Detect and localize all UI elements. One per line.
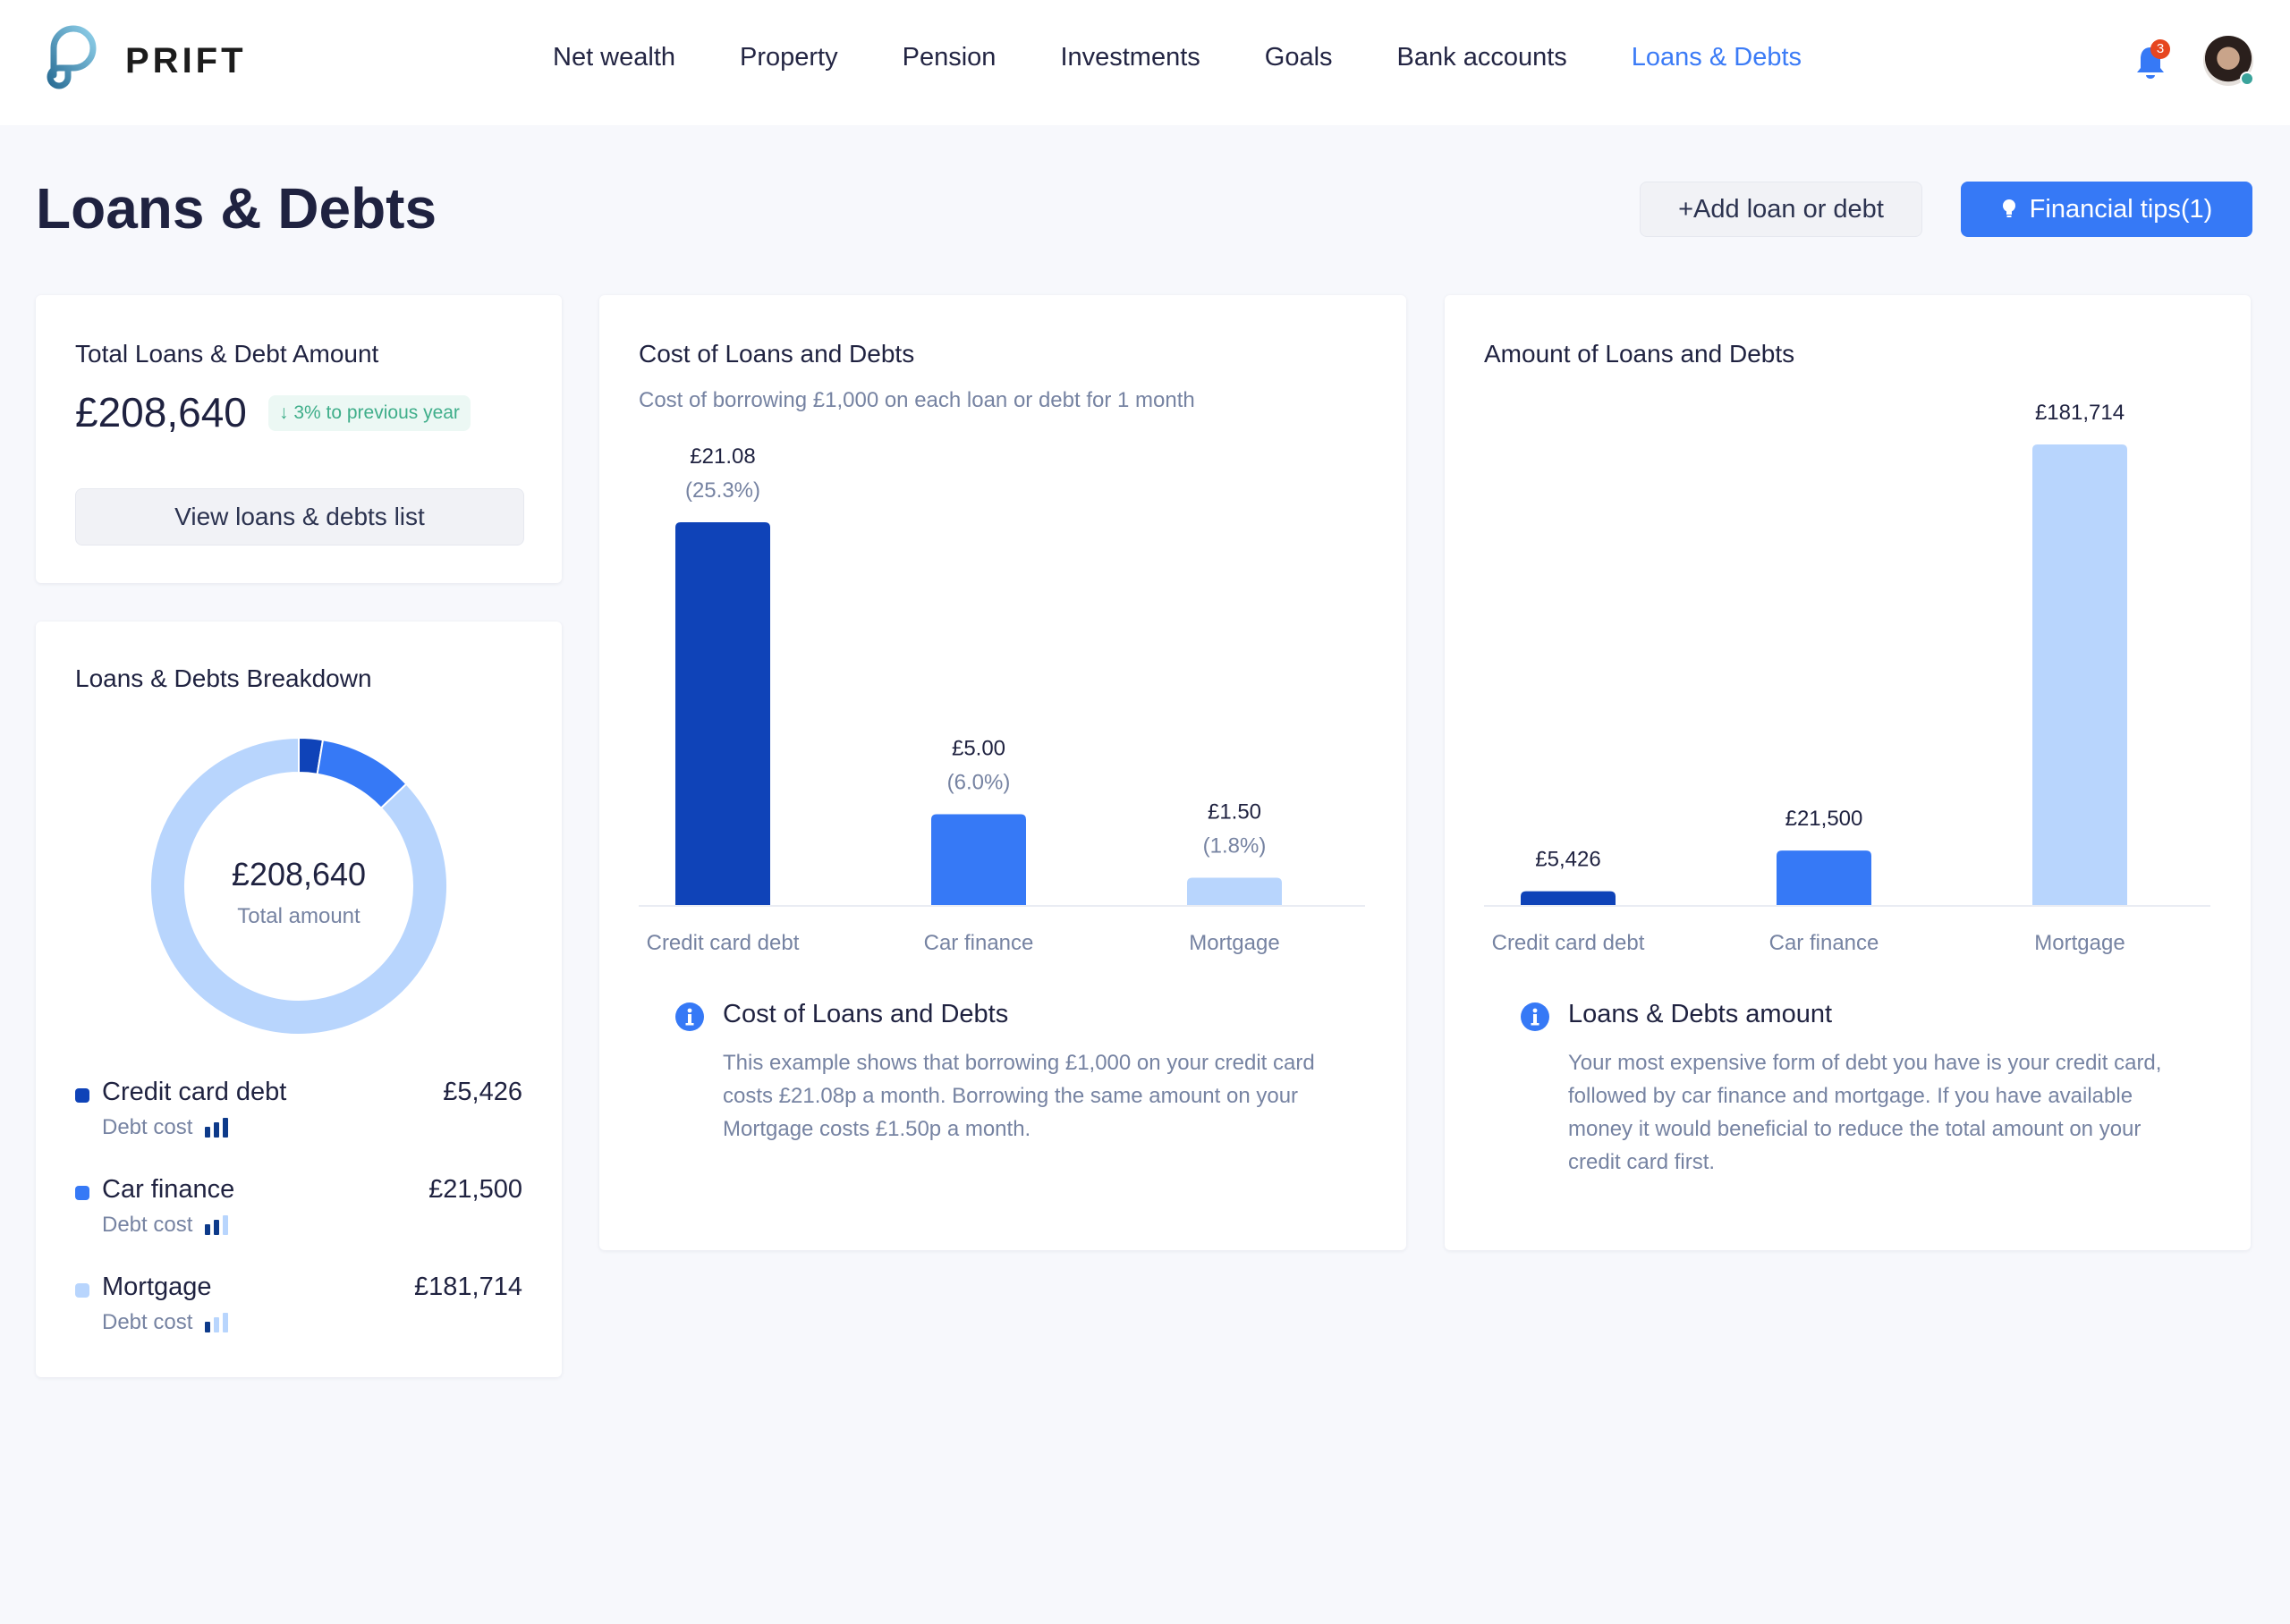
bar-value-label: £21.08 (690, 444, 755, 469)
amount-info-text: Your most expensive form of debt you hav… (1568, 1051, 2162, 1174)
total-card-title: Total Loans & Debt Amount (75, 340, 379, 368)
cost-level-bar (214, 1220, 220, 1235)
nav-bank-accounts[interactable]: Bank accounts (1397, 43, 1567, 72)
nav-investments[interactable]: Investments (1060, 43, 1200, 72)
donut-center: £208,640 Total amount (148, 856, 449, 929)
financial-tips-button[interactable]: Financial tips(1) (1961, 182, 2252, 237)
bar-credit-card-debt[interactable] (675, 522, 770, 905)
bar-value-label: £21,500 (1785, 807, 1863, 831)
cost-info-text: This example shows that borrowing £1,000… (723, 1051, 1315, 1141)
info-icon (675, 1002, 704, 1031)
bar-percent-label: (25.3%) (685, 478, 760, 503)
legend-name: Credit card debt (102, 1078, 287, 1106)
cost-chart-card: £21.08 (25.3%) Credit card debt £5.00 (6.0%)… (599, 295, 1406, 1250)
amount-bar-chart: £5,426 Credit card debt £21,500 Car finance… (1484, 401, 2210, 955)
x-tick-label: Credit card debt (647, 931, 800, 955)
bar-car-finance[interactable] (1777, 850, 1871, 905)
x-tick-label: Credit card debt (1492, 931, 1645, 955)
bar-car-finance[interactable] (931, 814, 1026, 905)
notification-badge: 3 (2150, 39, 2170, 59)
x-tick-label: Mortgage (2034, 931, 2125, 955)
debt-cost-label: Debt cost (102, 1115, 193, 1139)
financial-tips-label: Financial tips(1) (2029, 194, 2213, 224)
prift-logo[interactable]: PRIFT (34, 23, 247, 98)
legend-item-credit-card[interactable]: Credit card debt £5,426 Debt cost (75, 1078, 522, 1175)
online-status-dot (2240, 72, 2254, 86)
legend-name: Mortgage (102, 1273, 212, 1301)
legend-swatch (75, 1186, 89, 1200)
legend-swatch (75, 1283, 89, 1298)
nav-goals[interactable]: Goals (1265, 43, 1333, 72)
breakdown-legend: Credit card debt £5,426 Debt cost Car fi… (75, 1078, 522, 1370)
legend-sub: Debt cost (102, 1115, 232, 1140)
amount-chart-title: Amount of Loans and Debts (1484, 340, 1795, 368)
x-tick-label: Car finance (1769, 931, 1879, 955)
main-nav: Net wealth Property Pension Investments … (553, 43, 1802, 72)
legend-name: Car finance (102, 1175, 235, 1204)
legend-value: £21,500 (428, 1175, 522, 1204)
legend-swatch (75, 1088, 89, 1103)
legend-sub: Debt cost (102, 1213, 232, 1238)
debt-cost-level-icon (205, 1118, 232, 1138)
view-loans-list-button[interactable]: View loans & debts list (75, 488, 524, 546)
bar-value-label: £5.00 (952, 736, 1005, 760)
nav-loans-debts[interactable]: Loans & Debts (1632, 43, 1802, 72)
total-loans-card: Total Loans & Debt Amount £208,640 ↓ 3% … (36, 295, 562, 583)
cost-info-title: Cost of Loans and Debts (723, 1000, 1009, 1028)
cost-level-bar (214, 1317, 220, 1332)
cost-level-bar (205, 1224, 211, 1235)
nav-net-wealth[interactable]: Net wealth (553, 43, 675, 72)
cost-level-bar (205, 1322, 211, 1332)
trend-badge: ↓ 3% to previous year (268, 395, 471, 431)
bar-percent-label: (6.0%) (947, 770, 1011, 794)
x-tick-label: Mortgage (1189, 931, 1279, 955)
cost-level-bar (223, 1215, 229, 1235)
legend-item-car-finance[interactable]: Car finance £21,500 Debt cost (75, 1175, 522, 1273)
cost-level-bar (205, 1127, 211, 1138)
bar-value-label: £1.50 (1208, 800, 1261, 825)
cost-chart-title: Cost of Loans and Debts (639, 340, 915, 368)
breakdown-card: Loans & Debts Breakdown £208,640 Total a… (36, 622, 562, 1377)
debt-cost-label: Debt cost (102, 1310, 193, 1334)
debt-cost-label: Debt cost (102, 1213, 193, 1237)
legend-value: £181,714 (414, 1273, 522, 1301)
bar-value-label: £5,426 (1535, 848, 1600, 872)
cost-level-bar (223, 1118, 229, 1138)
legend-item-mortgage[interactable]: Mortgage £181,714 Debt cost (75, 1273, 522, 1370)
cost-level-bar (214, 1122, 220, 1138)
add-loan-button[interactable]: +Add loan or debt (1640, 182, 1922, 237)
lightbulb-icon (2002, 199, 2015, 217)
prift-logo-icon (47, 25, 97, 89)
debt-cost-level-icon (205, 1215, 232, 1235)
bar-percent-label: (1.8%) (1203, 834, 1267, 859)
page-title: Loans & Debts (36, 176, 437, 241)
info-icon (1521, 1002, 1549, 1031)
breakdown-title: Loans & Debts Breakdown (75, 664, 372, 692)
bar-mortgage[interactable] (1187, 877, 1282, 905)
cost-level-bar (223, 1313, 229, 1332)
brand-name: PRIFT (125, 40, 247, 80)
nav-pension[interactable]: Pension (903, 43, 997, 72)
x-tick-label: Car finance (924, 931, 1034, 955)
donut-center-label: Total amount (237, 904, 360, 928)
amount-info-title: Loans & Debts amount (1568, 1000, 1833, 1028)
amount-chart-card: £5,426 Credit card debt £21,500 Car finance… (1445, 295, 2251, 1250)
nav-property[interactable]: Property (740, 43, 838, 72)
debt-cost-level-icon (205, 1313, 232, 1332)
legend-value: £5,426 (443, 1078, 522, 1106)
bar-mortgage[interactable] (2032, 444, 2127, 905)
total-amount: £208,640 (75, 389, 247, 436)
cost-chart-subtitle: Cost of borrowing £1,000 on each loan or… (639, 388, 1195, 412)
top-nav-bar: PRIFT Net wealth Property Pension Invest… (0, 0, 2290, 125)
bar-credit-card-debt[interactable] (1521, 891, 1616, 905)
bar-value-label: £181,714 (2035, 401, 2125, 425)
donut-center-value: £208,640 (231, 856, 367, 892)
legend-sub: Debt cost (102, 1310, 232, 1335)
